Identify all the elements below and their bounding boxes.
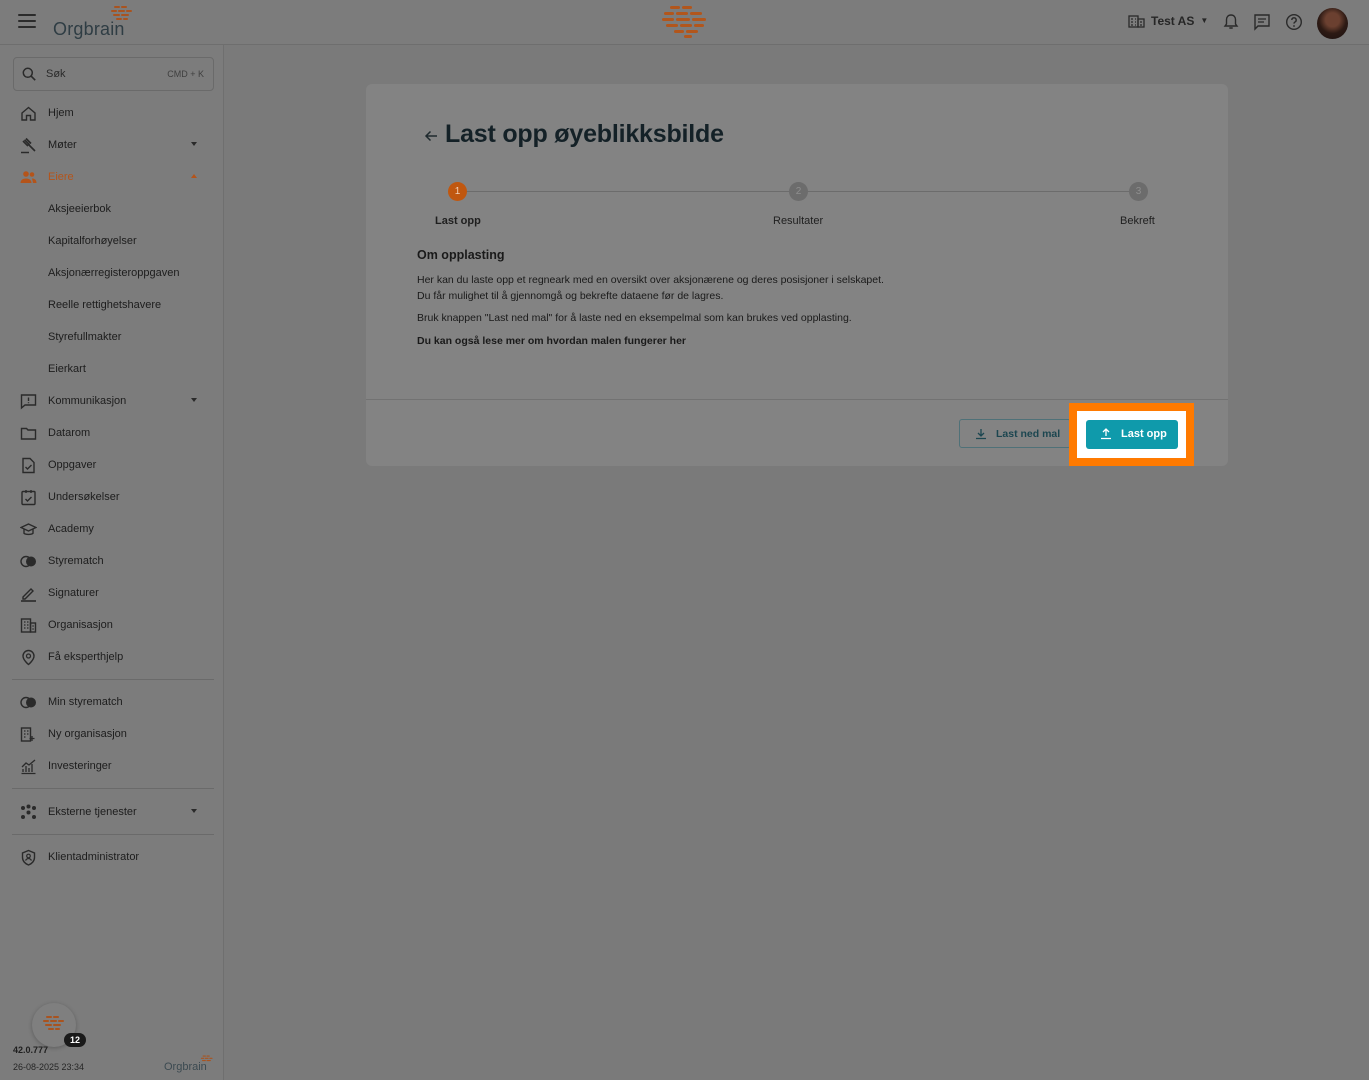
user-avatar[interactable]	[1317, 8, 1348, 39]
brain-logo-icon	[200, 1055, 213, 1062]
upload-snapshot-card: Last opp øyeblikksbilde 1 2 3 Last opp R…	[366, 84, 1228, 466]
gavel-icon	[21, 137, 36, 154]
menu-icon[interactable]	[18, 14, 36, 30]
org-switcher[interactable]: Test AS ▼	[1128, 13, 1208, 28]
download-icon	[976, 429, 986, 440]
upload-icon	[1101, 428, 1111, 440]
back-arrow-icon[interactable]	[423, 128, 439, 144]
sidebar-item-datarom[interactable]: Datarom	[0, 417, 224, 449]
sidebar-item-moter[interactable]: Møter	[0, 129, 224, 161]
top-bar: Orgbrain Test AS ▼	[0, 0, 1369, 45]
sidebar-item-aksjeeierbok[interactable]: Aksjeeierbok	[0, 193, 224, 225]
sidebar-item-ny-organisasjon[interactable]: Ny organisasjon	[0, 718, 224, 750]
school-icon	[20, 523, 37, 536]
contrast-icon	[20, 696, 36, 709]
center-brain-logo-icon	[662, 6, 706, 38]
upload-button[interactable]: Last opp	[1086, 420, 1178, 449]
sidebar-item-investeringer[interactable]: Investeringer	[0, 750, 224, 782]
chart-icon	[21, 759, 36, 775]
shield-icon	[21, 849, 36, 866]
sidebar-item-klientadministrator[interactable]: Klientadministrator	[0, 841, 224, 873]
search-icon	[22, 67, 36, 81]
sidebar-divider	[12, 834, 214, 835]
sidebar-item-reelle-rettighetshavere[interactable]: Reelle rettighetshavere	[0, 289, 224, 321]
sidebar-item-undersokelser[interactable]: Undersøkelser	[0, 481, 224, 513]
search-label: Søk	[46, 68, 66, 80]
sidebar-item-aksjonaerregisteroppgaven[interactable]: Aksjonærregisteroppgaven	[0, 257, 224, 289]
build-timestamp: 26-08-2025 23:34	[13, 1062, 85, 1072]
sidebar-item-signaturer[interactable]: Signaturer	[0, 577, 224, 609]
chat-icon[interactable]	[1253, 13, 1271, 31]
chevron-down-icon	[191, 398, 197, 402]
search-shortcut: CMD + K	[167, 69, 204, 79]
sidebar-item-eksterne-tjenester[interactable]: Eksterne tjenester	[0, 796, 224, 828]
sidebar-item-styrematch[interactable]: Styrematch	[0, 545, 224, 577]
notification-badge: 12	[64, 1033, 86, 1047]
brain-logo-icon	[43, 1016, 64, 1030]
sidebar-divider	[12, 679, 214, 680]
org-name: Test AS	[1151, 13, 1195, 28]
step-3-indicator: 3	[1129, 182, 1148, 201]
read-more-link[interactable]: Du kan også lese mer om hvordan malen fu…	[417, 333, 897, 349]
pen-icon	[21, 588, 36, 602]
building-icon	[20, 618, 37, 633]
help-icon[interactable]	[1285, 13, 1303, 31]
sidebar-item-oppgaver[interactable]: Oppgaver	[0, 449, 224, 481]
caret-down-icon: ▼	[1200, 16, 1209, 25]
building-add-icon	[20, 727, 35, 742]
step-1-label: Last opp	[435, 215, 481, 227]
template-instruction: Bruk knappen "Last ned mal" for å laste …	[417, 312, 852, 324]
sidebar-item-kommunikasjon[interactable]: Kommunikasjon	[0, 385, 224, 417]
chevron-down-icon	[191, 809, 197, 813]
sidebar-item-hjem[interactable]: Hjem	[0, 97, 224, 129]
sidebar-item-styrefullmakter[interactable]: Styrefullmakter	[0, 321, 224, 353]
sidebar: Søk CMD + K Hjem Møter Eiere Aksjeeierbo…	[0, 45, 224, 1080]
sidebar-item-eiere[interactable]: Eiere	[0, 161, 224, 193]
sidebar-item-eierkart[interactable]: Eierkart	[0, 353, 224, 385]
step-1-indicator: 1	[448, 182, 467, 201]
people-icon	[20, 171, 37, 183]
bell-icon[interactable]	[1222, 13, 1240, 31]
download-template-button[interactable]: Last ned mal	[959, 419, 1071, 448]
page-title: Last opp øyeblikksbilde	[445, 120, 724, 148]
folder-icon	[20, 427, 37, 440]
section-title: Om opplasting	[417, 248, 505, 262]
upload-description: Her kan du laste opp et regneark med en …	[417, 274, 884, 302]
help-location-icon	[22, 649, 35, 666]
step-3-label: Bekreft	[1120, 215, 1155, 227]
sidebar-divider	[12, 788, 214, 789]
task-icon	[22, 457, 35, 474]
contrast-icon	[20, 555, 36, 568]
chevron-up-icon	[191, 174, 197, 178]
sidebar-item-fa-eksperthjelp[interactable]: Få eksperthjelp	[0, 641, 224, 673]
home-icon	[21, 106, 36, 121]
card-divider	[366, 399, 1228, 400]
search-input[interactable]: Søk CMD + K	[13, 57, 214, 91]
building-icon	[1128, 15, 1145, 28]
chevron-down-icon	[191, 142, 197, 146]
apps-icon	[21, 804, 36, 819]
footer-brand: Orgbrain	[164, 1055, 213, 1073]
sidebar-item-kapitalforhoyelser[interactable]: Kapitalforhøyelser	[0, 225, 224, 257]
sidebar-item-min-styrematch[interactable]: Min styrematch	[0, 686, 224, 718]
step-2-indicator: 2	[789, 182, 808, 201]
announcement-icon	[20, 394, 37, 410]
brain-logo-icon	[111, 6, 132, 20]
app-version: 42.0.777	[13, 1045, 49, 1055]
sidebar-item-academy[interactable]: Academy	[0, 513, 224, 545]
sidebar-item-organisasjon[interactable]: Organisasjon	[0, 609, 224, 641]
survey-icon	[21, 490, 36, 506]
step-2-label: Resultater	[773, 215, 824, 227]
